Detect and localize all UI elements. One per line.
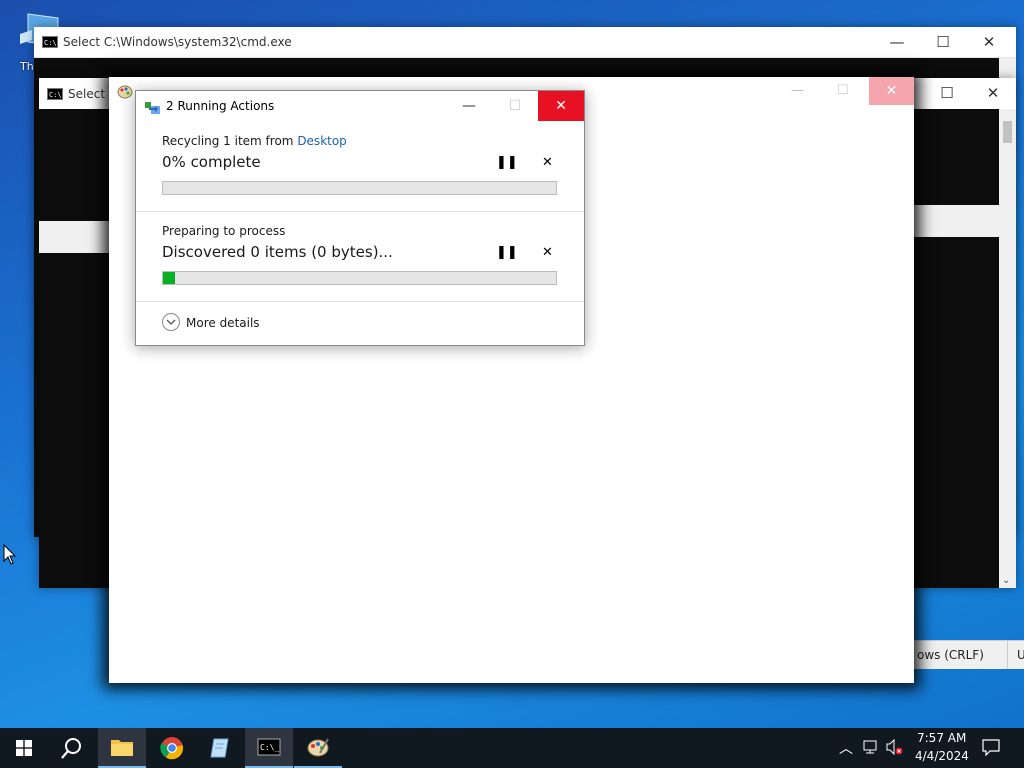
action-center-icon[interactable] [982, 738, 1000, 759]
cmd-front-close-button[interactable]: ✕ [970, 78, 1016, 108]
more-details-button[interactable]: More details [186, 316, 260, 330]
clock-time[interactable]: 7:57 AM [917, 731, 966, 745]
clock-date[interactable]: 4/4/2024 [915, 749, 969, 763]
cmd-front-maximize-button[interactable]: ☐ [924, 78, 970, 108]
paint-palette-icon [307, 738, 329, 757]
taskbar-file-explorer[interactable] [98, 728, 146, 768]
file-copy-icon [145, 100, 161, 114]
scroll-thumb[interactable] [1003, 121, 1012, 143]
search-icon [61, 738, 81, 759]
running-actions-dialog[interactable]: 2 Running Actions — ☐ ✕ Recycling 1 item… [135, 90, 585, 346]
chrome-icon [160, 737, 184, 760]
cmd-back-titlebar[interactable]: C:\ Select C:\Windows\system32\cmd.exe —… [34, 27, 1016, 58]
cmd-back-close-button[interactable]: ✕ [966, 27, 1012, 57]
chevron-down-icon[interactable] [162, 313, 180, 331]
cmd-back-maximize-button[interactable]: ☐ [920, 27, 966, 57]
dialog-maximize-button: ☐ [508, 98, 522, 114]
op1-cancel-icon[interactable]: ✕ [542, 155, 553, 170]
op2-progress-bar [162, 271, 557, 285]
taskbar-chrome[interactable] [148, 728, 196, 768]
cmd-icon: C:\ [47, 88, 63, 100]
scroll-down-arrow-icon[interactable]: ⌄ [1002, 575, 1010, 586]
taskbar-notepad[interactable] [196, 728, 244, 768]
notepad-status-bar: ows (CRLF) U [913, 640, 1024, 669]
paint-maximize-button[interactable]: ☐ [837, 83, 849, 98]
op1-progress-bar [162, 181, 557, 195]
taskbar-cmd[interactable]: C:\_ [245, 728, 293, 768]
search-button[interactable] [48, 728, 96, 768]
cmd-icon: C:\ [42, 36, 58, 48]
network-icon[interactable] [863, 739, 881, 758]
taskbar: C:\_ ︿ 7:57 AM 4/4/2024 [0, 728, 1024, 768]
svg-text:C:\_: C:\_ [260, 743, 279, 752]
cmd-back-minimize-button[interactable]: — [874, 27, 920, 57]
cmd-selection-highlight [913, 205, 999, 237]
dialog-minimize-button[interactable]: — [446, 91, 492, 121]
op1-pause-icon[interactable]: ❚❚ [496, 155, 518, 170]
taskbar-paint[interactable] [294, 728, 342, 768]
op1-label: Recycling 1 item from Desktop [162, 134, 347, 148]
op2-status: Discovered 0 items (0 bytes)... [162, 243, 393, 261]
encoding-status: U [1017, 648, 1024, 662]
start-button[interactable] [0, 728, 48, 768]
section-divider [136, 211, 584, 212]
terminal-icon: C:\_ [257, 738, 281, 756]
show-hidden-icons-chevron-up-icon[interactable]: ︿ [839, 738, 853, 758]
op2-label: Preparing to process [162, 224, 286, 238]
line-ending-status: ows (CRLF) [917, 648, 984, 662]
cmd-selection-highlight [39, 221, 109, 253]
paint-minimize-button[interactable]: — [791, 83, 804, 98]
windows-icon [16, 740, 32, 756]
dialog-close-button[interactable]: ✕ [538, 91, 584, 121]
volume-muted-icon[interactable] [886, 738, 904, 758]
notepad-icon [210, 738, 229, 758]
cmd-back-title: Select C:\Windows\system32\cmd.exe [63, 35, 292, 49]
op1-status: 0% complete [162, 153, 261, 171]
folder-icon [111, 740, 133, 756]
op2-progress-fill [163, 272, 175, 284]
paint-close-button[interactable]: ✕ [869, 77, 914, 105]
op2-pause-icon[interactable]: ❚❚ [496, 245, 518, 260]
op2-cancel-icon[interactable]: ✕ [542, 245, 553, 260]
paint-icon [117, 83, 133, 99]
cmd-front-scrollbar[interactable]: ⌄ [999, 109, 1016, 588]
mouse-cursor-icon [3, 543, 17, 570]
section-divider [136, 301, 584, 302]
dialog-title: 2 Running Actions [166, 99, 275, 113]
op1-source-link[interactable]: Desktop [297, 134, 347, 148]
